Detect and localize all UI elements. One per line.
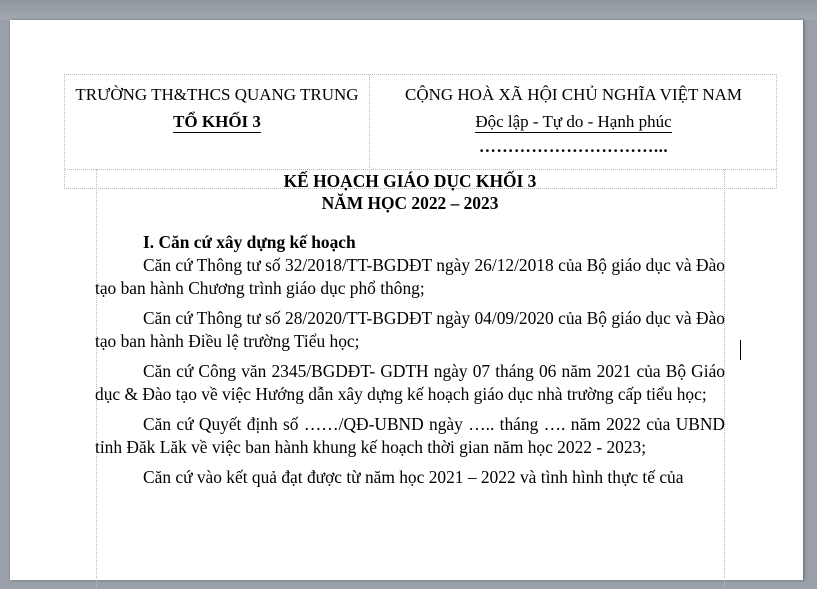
document-body[interactable]: KẾ HOẠCH GIÁO DỤC KHỐI 3 NĂM HỌC 2022 – … xyxy=(95,170,725,496)
paragraph: Căn cứ Công văn 2345/BGDĐT- GDTH ngày 07… xyxy=(95,361,725,404)
document-subtitle: NĂM HỌC 2022 – 2023 xyxy=(321,193,499,213)
national-motto: Độc lập - Tự do - Hạnh phúc xyxy=(370,112,777,133)
group-name-text: TỔ KHỐI 3 xyxy=(173,112,261,133)
text-cursor xyxy=(740,340,741,360)
date-placeholder: …………………………... xyxy=(478,137,669,156)
paragraph: Căn cứ vào kết quả đạt được từ năm học 2… xyxy=(143,467,684,487)
section-heading: I. Căn cứ xây dựng kế hoạch xyxy=(143,232,356,252)
school-name: TRƯỜNG TH&THCS QUANG TRUNG xyxy=(75,85,359,104)
document-title: KẾ HOẠCH GIÁO DỤC KHỐI 3 xyxy=(283,171,537,191)
motto-text: Độc lập - Tự do - Hạnh phúc xyxy=(475,112,672,133)
group-name: TỔ KHỐI 3 xyxy=(65,112,369,133)
paragraph: Căn cứ Quyết định số ……/QĐ-UBND ngày …..… xyxy=(95,414,725,457)
paragraph: Căn cứ Thông tư số 32/2018/TT-BGDĐT ngày… xyxy=(95,255,725,298)
document-area-background xyxy=(0,0,817,20)
paragraph: Căn cứ Thông tư số 28/2020/TT-BGDĐT ngày… xyxy=(95,308,725,351)
country-name: CỘNG HOÀ XÃ HỘI CHỦ NGHĨA VIỆT NAM xyxy=(404,85,742,104)
